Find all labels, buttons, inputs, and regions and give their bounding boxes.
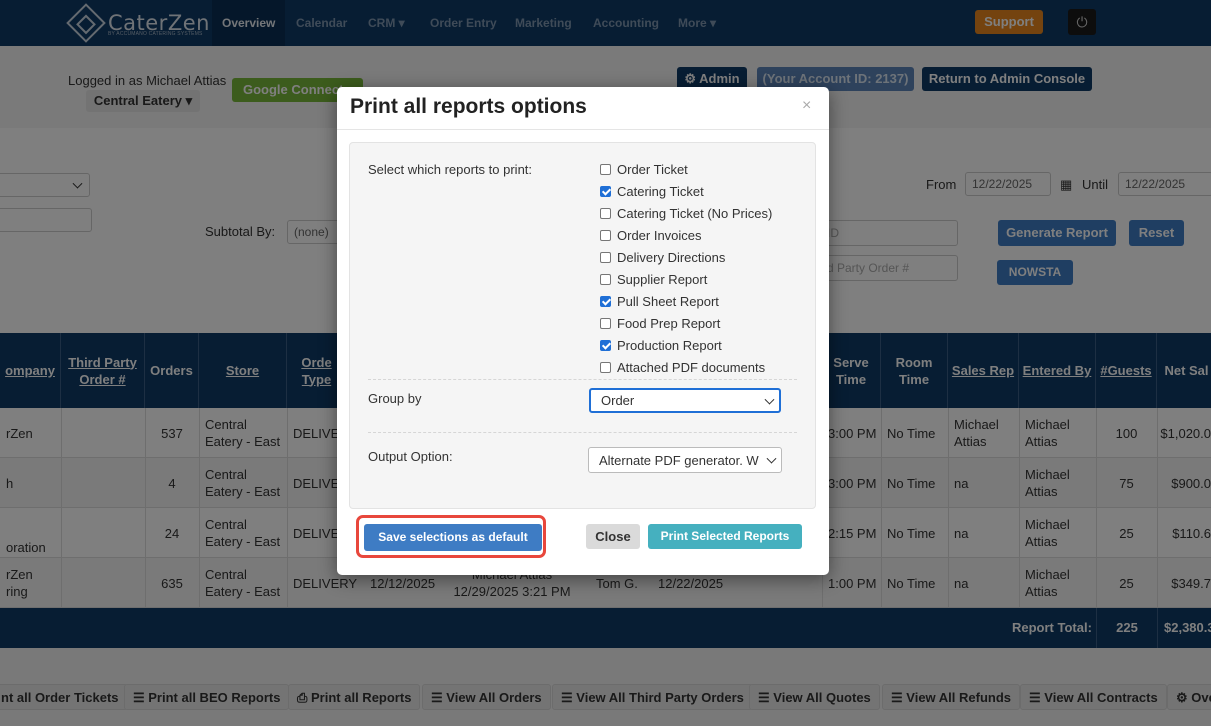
close-icon[interactable]: × bbox=[802, 97, 811, 115]
report-option-label: Order Ticket bbox=[617, 161, 688, 177]
report-option-label: Attached PDF documents bbox=[617, 359, 766, 375]
modal-title: Print all reports options bbox=[350, 95, 587, 118]
report-checkbox[interactable] bbox=[600, 185, 611, 197]
report-checkbox[interactable] bbox=[600, 295, 611, 307]
report-option-label: Pull Sheet Report bbox=[617, 293, 719, 309]
group-by-label: Group by bbox=[368, 391, 422, 406]
close-button[interactable]: Close bbox=[586, 524, 640, 549]
report-option[interactable]: Order Invoices bbox=[600, 225, 702, 245]
output-option-select[interactable]: Alternate PDF generator. Wil bbox=[588, 447, 782, 473]
options-panel: Select which reports to print: Order Tic… bbox=[349, 142, 816, 509]
report-checkbox[interactable] bbox=[600, 273, 611, 285]
report-checkbox[interactable] bbox=[600, 361, 611, 373]
report-option-label: Order Invoices bbox=[617, 227, 702, 243]
section-divider bbox=[368, 379, 797, 380]
report-option[interactable]: Supplier Report bbox=[600, 269, 707, 289]
report-option-label: Delivery Directions bbox=[617, 249, 726, 265]
report-option[interactable]: Attached PDF documents bbox=[600, 357, 765, 377]
report-checkbox[interactable] bbox=[600, 229, 611, 241]
section-divider bbox=[368, 432, 797, 433]
chevron-down-icon bbox=[764, 394, 775, 405]
report-checkbox[interactable] bbox=[600, 251, 611, 263]
report-option[interactable]: Catering Ticket (No Prices) bbox=[600, 203, 772, 223]
group-by-select[interactable]: Order bbox=[589, 388, 781, 413]
report-checkbox[interactable] bbox=[600, 207, 611, 219]
output-option-label: Output Option: bbox=[368, 449, 453, 464]
print-selected-reports-button[interactable]: Print Selected Reports bbox=[648, 524, 802, 549]
report-option-label: Supplier Report bbox=[617, 271, 708, 287]
report-option[interactable]: Production Report bbox=[600, 335, 722, 355]
chevron-down-icon bbox=[766, 453, 777, 464]
report-option[interactable]: Food Prep Report bbox=[600, 313, 720, 333]
modal-divider bbox=[337, 129, 829, 130]
print-reports-modal: Print all reports options × Select which… bbox=[337, 87, 829, 575]
report-option[interactable]: Order Ticket bbox=[600, 159, 688, 179]
select-reports-label: Select which reports to print: bbox=[368, 162, 533, 177]
report-option[interactable]: Catering Ticket bbox=[600, 181, 704, 201]
report-option-label: Catering Ticket bbox=[617, 183, 704, 199]
report-checkbox[interactable] bbox=[600, 163, 611, 175]
output-option-value: Alternate PDF generator. Wil bbox=[599, 452, 759, 468]
report-option-label: Food Prep Report bbox=[617, 315, 721, 331]
report-option[interactable]: Delivery Directions bbox=[600, 247, 725, 267]
report-option-label: Catering Ticket (No Prices) bbox=[617, 205, 773, 221]
report-option-label: Production Report bbox=[617, 337, 722, 353]
report-checkbox[interactable] bbox=[600, 339, 611, 351]
report-option[interactable]: Pull Sheet Report bbox=[600, 291, 719, 311]
report-checkbox[interactable] bbox=[600, 317, 611, 329]
group-by-value: Order bbox=[601, 393, 635, 408]
highlight-outline bbox=[356, 515, 546, 558]
